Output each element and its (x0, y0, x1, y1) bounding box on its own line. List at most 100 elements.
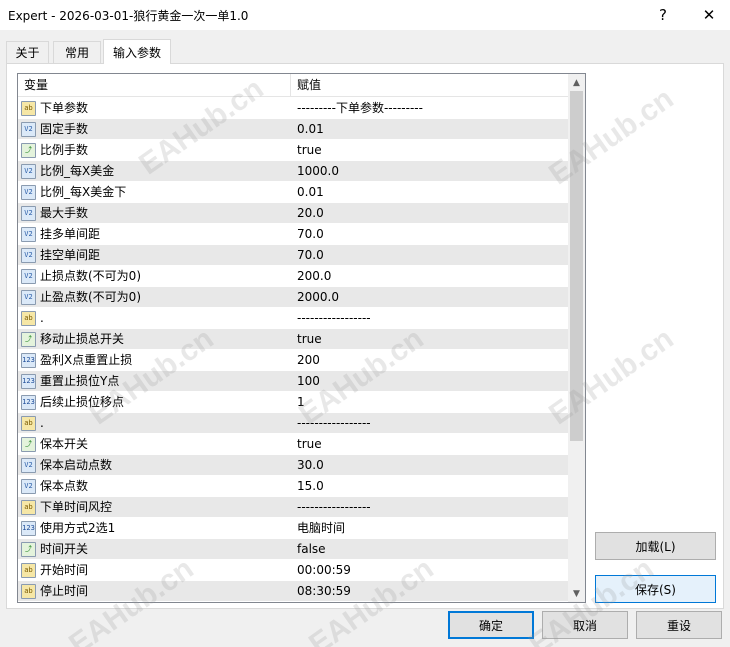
double-type-icon: V2 (21, 122, 36, 137)
parameter-name: 停止时间 (40, 584, 89, 598)
double-type-icon: V2 (21, 479, 36, 494)
parameter-name: 挂空单间距 (40, 248, 101, 262)
parameter-name: 最大手数 (40, 206, 89, 220)
parameter-value[interactable]: 20.0 (297, 203, 324, 224)
ok-button[interactable]: 确定 (448, 611, 534, 639)
parameter-value[interactable]: 1000.0 (297, 161, 339, 182)
close-button[interactable]: ✕ (686, 0, 730, 30)
parameter-value[interactable]: 70.0 (297, 245, 324, 266)
help-button[interactable]: ? (640, 0, 686, 30)
parameter-value[interactable]: 0.01 (297, 182, 324, 203)
parameter-row[interactable]: ⤴ 保本开关 true (18, 434, 568, 455)
parameter-row[interactable]: 123 后续止损位移点 1 (18, 392, 568, 413)
title-bar: Expert - 2026-03-01-狼行黄金一次一单1.0 ? ✕ (0, 0, 730, 30)
parameter-value[interactable]: ----------------- (297, 413, 371, 434)
parameter-name: 使用方式2选1 (40, 521, 116, 535)
parameter-name: 盈利X点重置止损 (40, 353, 133, 367)
parameters-list[interactable]: 变量 赋值 ab 下单参数 ---------下单参数--------- V2 固定手数… (17, 73, 586, 603)
string-type-icon: ab (21, 500, 36, 515)
bool-type-icon: ⤴ (21, 143, 36, 158)
help-icon: ? (659, 6, 667, 24)
parameter-row[interactable]: ab. ----------------- (18, 308, 568, 329)
reset-button[interactable]: 重设 (636, 611, 722, 639)
column-header-value[interactable]: 赋值 (291, 74, 568, 97)
parameter-row[interactable]: 123 重置止损位Y点 100 (18, 371, 568, 392)
parameter-name: 保本点数 (40, 479, 89, 493)
column-header-variable[interactable]: 变量 (18, 74, 291, 97)
parameter-value[interactable]: true (297, 434, 322, 455)
parameter-value[interactable]: ----------------- (297, 497, 371, 518)
parameter-name: 移动止损总开关 (40, 332, 125, 346)
parameter-row[interactable]: ab. ----------------- (18, 413, 568, 434)
tab-common[interactable]: 常用 (53, 41, 101, 63)
parameter-name: 开始时间 (40, 563, 89, 577)
parameter-name: 止损点数(不可为0) (40, 269, 141, 283)
parameter-row[interactable]: ⤴ 比例手数 true (18, 140, 568, 161)
parameter-row[interactable]: 123 使用方式2选1 电脑时间 (18, 518, 568, 539)
parameter-row[interactable]: V2 比例_每X美金 1000.0 (18, 161, 568, 182)
parameter-name: 下单时间风控 (40, 500, 113, 514)
string-type-icon: ab (21, 311, 36, 326)
parameter-value[interactable]: true (297, 329, 322, 350)
save-button[interactable]: 保存(S) (595, 575, 716, 603)
parameter-value[interactable]: ---------下单参数--------- (297, 98, 423, 119)
scroll-thumb[interactable] (570, 91, 583, 441)
parameter-row[interactable]: V2 挂多单间距 70.0 (18, 224, 568, 245)
parameter-row[interactable]: ab 停止时间 08:30:59 (18, 581, 568, 602)
parameter-value[interactable]: 2000.0 (297, 287, 339, 308)
string-type-icon: ab (21, 563, 36, 578)
double-type-icon: V2 (21, 248, 36, 263)
parameter-row[interactable]: ⤴ 时间开关 false (18, 539, 568, 560)
parameter-value[interactable]: 100 (297, 371, 320, 392)
parameter-value[interactable]: 30.0 (297, 455, 324, 476)
parameter-value[interactable]: 200 (297, 350, 320, 371)
vertical-scrollbar[interactable]: ▲ ▼ (568, 74, 585, 602)
cancel-button[interactable]: 取消 (542, 611, 628, 639)
double-type-icon: V2 (21, 269, 36, 284)
parameter-row[interactable]: V2 止损点数(不可为0) 200.0 (18, 266, 568, 287)
scroll-up-icon[interactable]: ▲ (568, 74, 585, 91)
parameter-value[interactable]: 00:00:59 (297, 560, 351, 581)
parameter-name: 止盈点数(不可为0) (40, 290, 141, 304)
parameter-value[interactable]: 15.0 (297, 476, 324, 497)
parameter-value[interactable]: 电脑时间 (297, 518, 345, 539)
parameter-value[interactable]: 08:30:59 (297, 581, 351, 602)
parameter-name: 比例_每X美金 (40, 164, 115, 178)
parameter-value[interactable]: 200.0 (297, 266, 331, 287)
tab-inputs[interactable]: 输入参数 (103, 39, 171, 64)
parameter-row[interactable]: ab 下单时间风控 ----------------- (18, 497, 568, 518)
integer-type-icon: 123 (21, 521, 36, 536)
parameter-row[interactable]: V2 保本启动点数 30.0 (18, 455, 568, 476)
parameter-row[interactable]: V2 保本点数 15.0 (18, 476, 568, 497)
list-header: 变量 赋值 (18, 74, 568, 97)
parameter-row[interactable]: ab 下单参数 ---------下单参数--------- (18, 98, 568, 119)
parameter-row[interactable]: V2 最大手数 20.0 (18, 203, 568, 224)
parameter-name: 后续止损位移点 (40, 395, 125, 409)
parameter-rows: ab 下单参数 ---------下单参数--------- V2 固定手数 0.01 ⤴ 比… (18, 98, 568, 602)
parameter-name: . (40, 416, 44, 430)
scroll-down-icon[interactable]: ▼ (568, 585, 585, 602)
parameter-row[interactable]: V2 止盈点数(不可为0) 2000.0 (18, 287, 568, 308)
tab-about[interactable]: 关于 (6, 41, 49, 63)
load-button[interactable]: 加载(L) (595, 532, 716, 560)
parameter-row[interactable]: ab 开始时间 00:00:59 (18, 560, 568, 581)
parameter-row[interactable]: V2 比例_每X美金下 0.01 (18, 182, 568, 203)
close-icon: ✕ (702, 6, 716, 24)
parameter-row[interactable]: V2 挂空单间距 70.0 (18, 245, 568, 266)
parameter-value[interactable]: false (297, 539, 326, 560)
parameter-row[interactable]: V2 固定手数 0.01 (18, 119, 568, 140)
string-type-icon: ab (21, 584, 36, 599)
parameter-value[interactable]: 0.01 (297, 119, 324, 140)
string-type-icon: ab (21, 416, 36, 431)
parameter-value[interactable]: 1 (297, 392, 305, 413)
integer-type-icon: 123 (21, 353, 36, 368)
double-type-icon: V2 (21, 290, 36, 305)
bool-type-icon: ⤴ (21, 437, 36, 452)
parameter-value[interactable]: true (297, 140, 322, 161)
parameter-name: 下单参数 (40, 101, 89, 115)
integer-type-icon: 123 (21, 374, 36, 389)
parameter-value[interactable]: ----------------- (297, 308, 371, 329)
parameter-row[interactable]: 123 盈利X点重置止损 200 (18, 350, 568, 371)
parameter-value[interactable]: 70.0 (297, 224, 324, 245)
parameter-row[interactable]: ⤴ 移动止损总开关 true (18, 329, 568, 350)
